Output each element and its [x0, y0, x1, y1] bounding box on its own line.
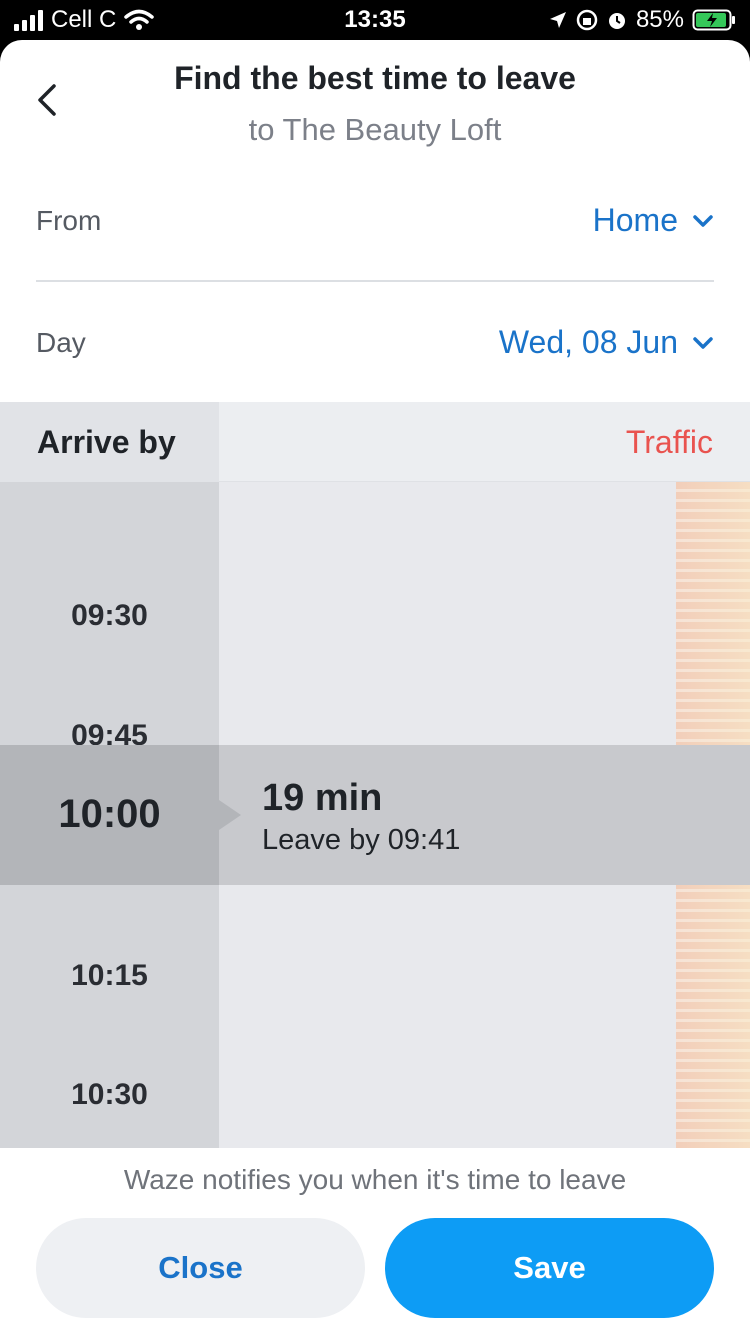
day-selector[interactable]: Wed, 08 Jun: [499, 324, 714, 361]
arrive-by-label: Arrive by: [37, 424, 176, 460]
rotation-lock-icon: [576, 9, 598, 31]
traffic-label: Traffic: [625, 424, 713, 460]
day-label: Day: [36, 327, 86, 358]
chevron-down-icon: [693, 214, 713, 227]
chevron-down-icon: [693, 336, 713, 349]
status-right: 85%: [548, 6, 736, 34]
arrive-by-header: Arrive by: [0, 402, 219, 482]
from-value: Home: [592, 202, 678, 238]
battery-percent: 85%: [635, 6, 684, 33]
day-value: Wed, 08 Jun: [498, 324, 678, 360]
traffic-header: Traffic: [219, 402, 750, 482]
save-button[interactable]: Save: [385, 1218, 714, 1318]
time-slot[interactable]: 10:30: [0, 1078, 219, 1112]
page-title: Find the best time to leave: [174, 60, 576, 96]
selected-pointer: [219, 800, 241, 830]
time-slot[interactable]: 09:30: [0, 599, 219, 633]
back-chevron-left-icon[interactable]: [28, 80, 68, 120]
from-selector[interactable]: Home: [593, 202, 714, 239]
best-time-sheet: Find the best time to leave to The Beaut…: [0, 40, 750, 1334]
selected-time: 10:00: [58, 792, 161, 836]
from-label: From: [36, 205, 102, 236]
battery-charging-icon: [692, 9, 735, 31]
close-button[interactable]: Close: [36, 1218, 365, 1318]
trip-duration: 19 min: [262, 777, 383, 819]
notify-message: Waze notifies you when it's time to leav…: [123, 1164, 627, 1195]
leave-by-text: Leave by 09:41: [262, 824, 461, 856]
alarm-icon: [608, 13, 625, 29]
status-bar: Cell C 13:35 85%: [0, 0, 750, 40]
page-subtitle: to The Beauty Loft: [248, 112, 502, 147]
divider: [36, 280, 714, 282]
time-slot[interactable]: 10:15: [0, 959, 219, 993]
location-arrow-icon: [549, 12, 566, 28]
time-planner[interactable]: Arrive by Traffic 09:30 09:45 10:00 19 m…: [0, 402, 750, 1148]
